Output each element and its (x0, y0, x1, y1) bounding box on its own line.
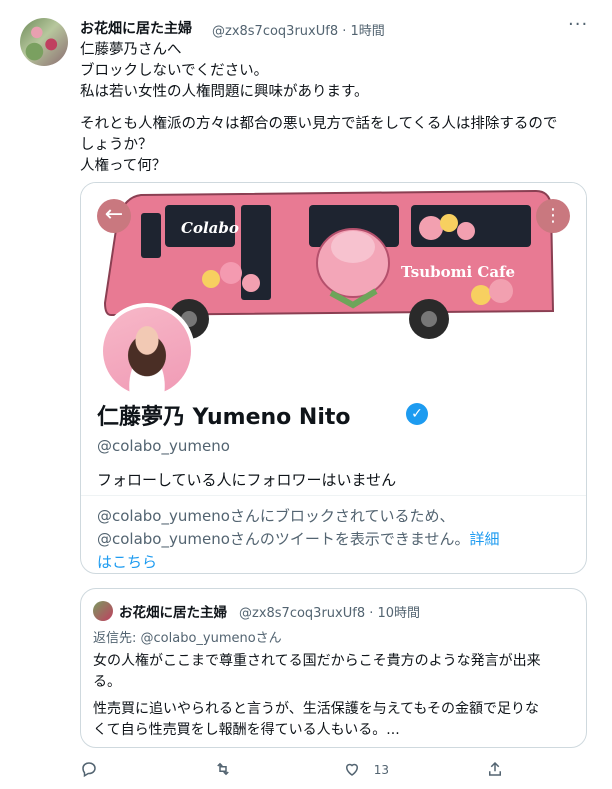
bus-text-tsubomi: Tsubomi Cafe (401, 263, 516, 281)
blocked-line-2-text: @colabo_yumenoさんのツイートを表示できません。 (97, 530, 470, 548)
tweet-line: 仁藤夢乃さんへ (80, 42, 182, 58)
details-link-cont[interactable]: はこちら (97, 551, 577, 573)
like-button[interactable]: 13 (343, 760, 389, 782)
tweet-line: それとも人権派の方々は都合の悪い見方で話をしてくる人は排除するので (80, 116, 558, 132)
author-avatar[interactable] (20, 18, 68, 66)
author-name[interactable]: お花畑に居た主婦 (80, 18, 192, 38)
quote-handle-time: @zx8s7coq3ruxUf8 · 10時間 (239, 606, 421, 621)
quote-line: 性売買に追いやられると言うが、生活保護を与えてもその金額で足りな (93, 701, 540, 717)
retweet-button[interactable] (214, 760, 232, 782)
quote-author-name: お花畑に居た主婦 (119, 605, 227, 621)
quote-reply-to: 返信先: @colabo_yumenoさん (93, 631, 282, 646)
tweet-line: ブロックしないでください。 (80, 63, 269, 79)
kebab-menu-icon[interactable]: ⋮ (536, 199, 570, 233)
profile-avatar (99, 303, 195, 399)
tweet-line: 人権って何？ (80, 158, 167, 174)
back-arrow-icon[interactable]: ← (97, 199, 131, 233)
reply-icon (82, 762, 96, 778)
retweet-icon (217, 762, 229, 776)
verified-badge-icon: ✓ (406, 403, 428, 425)
author-handle-time: @zx8s7coq3ruxUf8 · 1時間 (212, 24, 385, 39)
blocked-line-1: @colabo_yumenoさんにブロックされているため、 (97, 507, 455, 525)
card-divider (81, 495, 586, 496)
profile-screenshot-card[interactable]: Colabo Tsubomi Cafe ← ⋮ 仁藤夢乃 Yumeno Nito… (80, 182, 587, 574)
profile-handle: @colabo_yumeno (97, 437, 230, 455)
profile-display-name: 仁藤夢乃 Yumeno Nito (97, 405, 351, 430)
share-button[interactable] (486, 760, 504, 782)
like-count: 13 (373, 763, 390, 777)
quote-line: くて自ら性売買をし報酬を得ている人もいる。... (93, 722, 400, 738)
more-options-icon[interactable]: ··· (568, 14, 588, 35)
blocked-message: @colabo_yumenoさんにブロックされているため、 @colabo_yu… (97, 505, 577, 573)
quote-line: 女の人権がここまで尊重されてる国だからこそ貴方のような発言が出来 (93, 653, 541, 669)
like-icon (345, 763, 359, 776)
quote-line: る。 (93, 674, 121, 690)
details-link[interactable]: 詳細 (469, 530, 499, 548)
quoted-tweet[interactable]: お花畑に居た主婦 @zx8s7coq3ruxUf8 · 10時間 返信先: @c… (80, 588, 587, 748)
tweet-line: 私は若い女性の人権問題に興味があります。 (80, 84, 369, 100)
tweet-line: しょうか？ (80, 137, 153, 153)
share-icon (489, 761, 501, 776)
quote-author-avatar (93, 601, 113, 621)
reply-button[interactable] (80, 760, 98, 782)
bus-logo-colabo: Colabo (181, 219, 239, 237)
follow-note: フォローしている人にフォロワーはいません (97, 471, 397, 489)
blocked-line-2: @colabo_yumenoさんのツイートを表示できません。詳細 (97, 528, 577, 551)
